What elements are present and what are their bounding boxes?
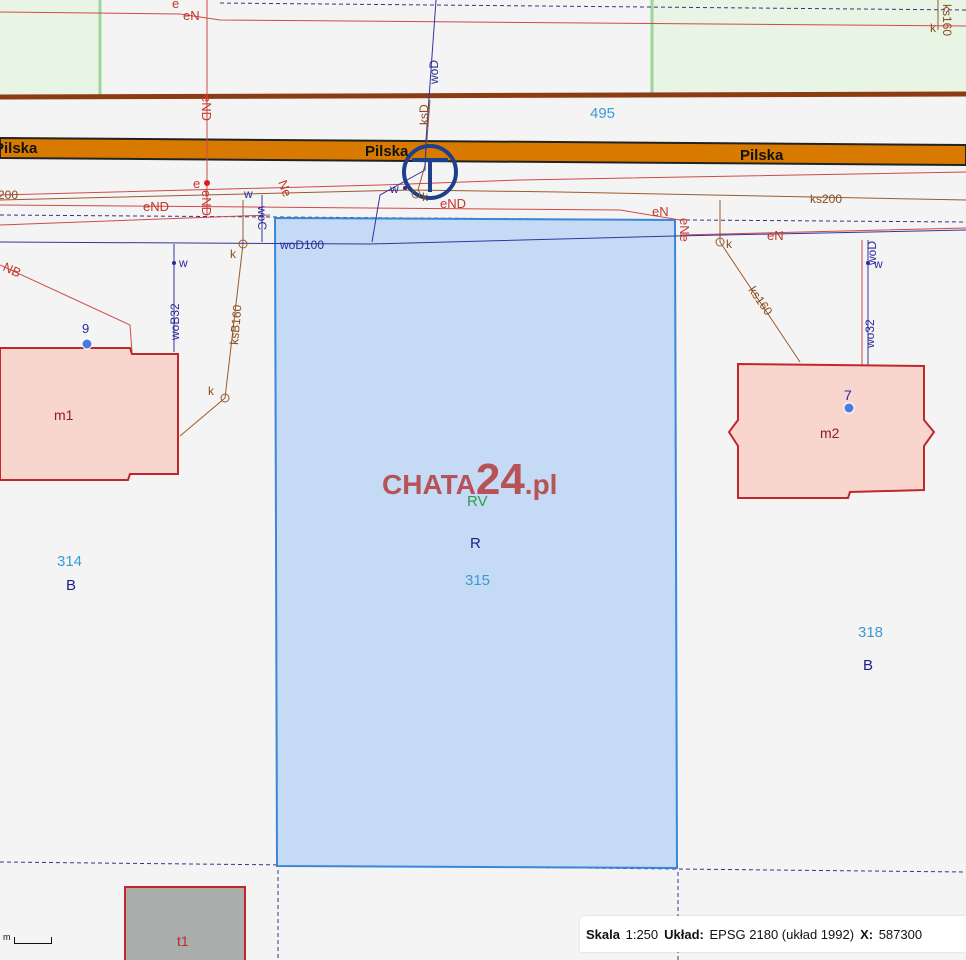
- utility-label: woD: [427, 60, 441, 85]
- street-label-pilska: Pilska: [740, 147, 784, 164]
- utility-label: 200: [0, 188, 18, 202]
- parcel-number-315: 315: [465, 572, 490, 589]
- green-area-right: [650, 0, 966, 96]
- utility-label: eND: [199, 190, 214, 216]
- system-label: Układ:: [664, 926, 704, 942]
- building-label-m1: m1: [54, 407, 74, 423]
- utility-label: w: [243, 187, 253, 201]
- utility-label: ks160: [940, 4, 954, 36]
- building-m1-shape[interactable]: [0, 347, 179, 481]
- system-info: Układ: EPSG 2180 (układ 1992): [664, 927, 854, 942]
- map-canvas: Pilska Pilska Pilska 495 314 B RV R 315 …: [0, 0, 966, 960]
- x-label: X:: [860, 926, 874, 942]
- cadastral-map[interactable]: Pilska Pilska Pilska 495 314 B RV R 315 …: [0, 0, 966, 960]
- utility-label: e: [172, 0, 179, 11]
- address-number-9: 9: [82, 321, 89, 336]
- building-label-m2: m2: [820, 425, 840, 441]
- utility-label: w: [873, 257, 883, 271]
- parcel-number-318: 318: [858, 624, 883, 641]
- green-area-left: [0, 0, 100, 96]
- utility-label: wo32: [863, 319, 877, 349]
- scale-value: 1:250: [625, 926, 659, 942]
- utility-label: eND: [143, 199, 169, 214]
- utility-label: k: [230, 247, 237, 261]
- mini-scale-line: [14, 937, 52, 944]
- mini-scale-unit: m: [3, 932, 11, 942]
- utility-label: eN: [767, 228, 784, 243]
- road-pilska[interactable]: [0, 136, 966, 167]
- utility-label: k: [422, 190, 429, 204]
- utility-label: eN: [652, 204, 669, 219]
- utility-label: Ne: [275, 178, 295, 199]
- parcel-use-318: B: [863, 657, 873, 674]
- address-number-7: 7: [844, 387, 852, 403]
- utility-label: k: [930, 21, 937, 35]
- address-point-7[interactable]: [843, 402, 855, 414]
- utility-label: ksD: [417, 104, 431, 125]
- address-point-9[interactable]: [81, 338, 93, 350]
- street-label-pilska: Pilska: [365, 143, 409, 160]
- parcel-use-314: B: [66, 577, 76, 594]
- utility-label: ksB160: [227, 304, 244, 345]
- utility-label: e: [193, 176, 200, 191]
- utility-label: eND: [199, 95, 214, 121]
- parcel-number-314: 314: [57, 553, 82, 570]
- scale-info: Skala 1:250: [586, 927, 658, 942]
- building-t1-shape[interactable]: [124, 886, 246, 960]
- utility-label: eND: [440, 196, 466, 211]
- utility-label: k: [726, 237, 733, 251]
- parcel-boundary-brown: [0, 91, 966, 100]
- mini-scale-bar: m: [0, 930, 54, 946]
- street-label-pilska: Pilska: [0, 140, 38, 157]
- utility-label: ks160: [746, 284, 776, 319]
- utility-label: woC: [255, 205, 269, 230]
- utility-label: k: [208, 384, 215, 398]
- utility-label: eNe: [677, 218, 692, 242]
- utility-label: NB: [1, 259, 24, 280]
- parcel-use-315: R: [470, 535, 481, 552]
- scale-info-bar: Skala 1:250 Układ: EPSG 2180 (układ 1992…: [580, 916, 966, 952]
- utility-label: w: [389, 182, 399, 196]
- x-coordinate-info: X: 587300: [860, 927, 922, 942]
- utility-label: eN: [183, 8, 200, 23]
- scale-label: Skala: [586, 926, 620, 942]
- utility-label: woD100: [279, 238, 324, 252]
- x-value: 587300: [878, 926, 923, 942]
- system-value: EPSG 2180 (układ 1992): [709, 926, 855, 942]
- parcel-number-495: 495: [590, 105, 615, 122]
- utility-label: woB32: [168, 303, 182, 341]
- utility-label: ks200: [810, 192, 842, 206]
- utility-label: w: [178, 256, 188, 270]
- building-label-t1: t1: [177, 933, 189, 949]
